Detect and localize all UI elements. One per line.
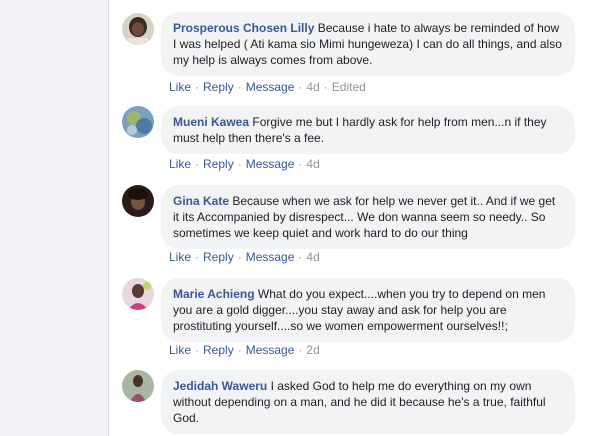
separator-dot: · <box>237 80 242 94</box>
separator-dot: · <box>298 157 303 171</box>
comment-author[interactable]: Prosperous Chosen Lilly <box>173 21 314 35</box>
comment-bubble: Marie Achieng What do you expect....when… <box>161 278 575 342</box>
comment-timestamp[interactable]: 2d <box>306 343 319 357</box>
avatar[interactable] <box>122 13 154 45</box>
separator-dot: · <box>298 80 303 94</box>
avatar[interactable] <box>122 370 154 402</box>
separator-dot: · <box>323 80 328 94</box>
separator-dot: · <box>195 80 200 94</box>
separator-dot: · <box>237 157 242 171</box>
comment-timestamp[interactable]: 4d <box>306 80 319 94</box>
comment-bubble: Prosperous Chosen Lilly Because i hate t… <box>161 12 575 76</box>
separator-dot: · <box>195 343 200 357</box>
message-link[interactable]: Message <box>246 80 295 94</box>
separator-dot: · <box>237 250 242 264</box>
message-link[interactable]: Message <box>246 250 295 264</box>
comment-timestamp[interactable]: 4d <box>306 250 319 264</box>
comment-actions: Like · Reply · Message · 2d <box>169 343 320 357</box>
comment-timestamp[interactable]: 4d <box>306 157 319 171</box>
comment-bubble: Gina Kate Because when we ask for help w… <box>161 185 575 249</box>
reply-link[interactable]: Reply <box>203 343 234 357</box>
comment-bubble: Jedidah Waweru I asked God to help me do… <box>161 370 575 434</box>
like-link[interactable]: Like <box>169 157 191 171</box>
avatar-image <box>122 13 154 45</box>
reply-link[interactable]: Reply <box>203 157 234 171</box>
separator-dot: · <box>298 250 303 264</box>
avatar-image <box>122 106 154 138</box>
comment-author[interactable]: Gina Kate <box>173 194 229 208</box>
left-gutter <box>0 0 109 436</box>
comment-author[interactable]: Marie Achieng <box>173 287 255 301</box>
comment-author[interactable]: Mueni Kawea <box>173 115 249 129</box>
comment-list: Prosperous Chosen Lilly Because i hate t… <box>109 0 610 436</box>
separator-dot: · <box>237 343 242 357</box>
message-link[interactable]: Message <box>246 343 295 357</box>
comment-actions: Like · Reply · Message · 4d <box>169 157 320 171</box>
like-link[interactable]: Like <box>169 343 191 357</box>
like-link[interactable]: Like <box>169 80 191 94</box>
reply-link[interactable]: Reply <box>203 80 234 94</box>
avatar[interactable] <box>122 185 154 217</box>
comments-page: Prosperous Chosen Lilly Because i hate t… <box>0 0 610 436</box>
comment-text: Because when we ask for help we never ge… <box>173 194 556 240</box>
avatar-image <box>122 185 154 217</box>
like-link[interactable]: Like <box>169 250 191 264</box>
comment-author[interactable]: Jedidah Waweru <box>173 379 267 393</box>
separator-dot: · <box>195 157 200 171</box>
avatar[interactable] <box>122 106 154 138</box>
avatar[interactable] <box>122 278 154 310</box>
avatar-image <box>122 370 154 402</box>
avatar-image <box>122 278 154 310</box>
edited-label[interactable]: Edited <box>332 80 366 94</box>
separator-dot: · <box>298 343 303 357</box>
comment-bubble: Mueni Kawea Forgive me but I hardly ask … <box>161 106 575 154</box>
separator-dot: · <box>195 250 200 264</box>
comment-actions: Like · Reply · Message · 4d <box>169 250 320 264</box>
reply-link[interactable]: Reply <box>203 250 234 264</box>
comment-actions: Like · Reply · Message · 4d · Edited <box>169 80 366 94</box>
message-link[interactable]: Message <box>246 157 295 171</box>
